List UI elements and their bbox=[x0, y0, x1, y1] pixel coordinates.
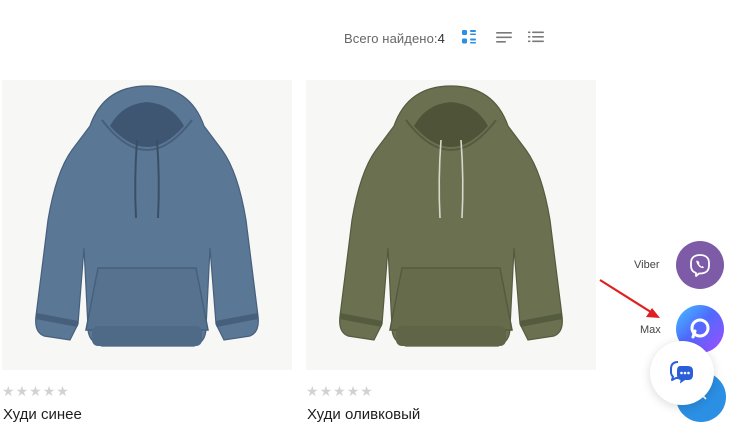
rating-stars: ★ ★ ★ ★ ★ bbox=[2, 385, 69, 399]
results-count-text: Всего найдено:4 bbox=[344, 31, 445, 46]
viber-button[interactable] bbox=[676, 241, 724, 289]
chat-widget-button[interactable] bbox=[650, 341, 714, 405]
list-view-icon bbox=[496, 32, 512, 43]
star-icon: ★ bbox=[360, 384, 373, 400]
viber-icon bbox=[690, 254, 710, 277]
product-title[interactable]: Худи оливковый bbox=[307, 406, 420, 423]
star-icon: ★ bbox=[42, 384, 56, 400]
product-card[interactable] bbox=[306, 80, 596, 370]
product-image[interactable] bbox=[306, 80, 596, 370]
rating-stars: ★ ★ ★ ★ ★ bbox=[306, 385, 373, 399]
blue-hoodie-image bbox=[35, 85, 259, 347]
product-card[interactable] bbox=[2, 80, 292, 370]
olive-hoodie-image bbox=[339, 85, 563, 347]
star-icon: ★ bbox=[2, 384, 15, 400]
chat-bubbles-icon bbox=[670, 361, 693, 384]
product-title[interactable]: Худи синее bbox=[3, 406, 82, 423]
compact-list-view-button[interactable] bbox=[528, 30, 546, 48]
list-view-button[interactable] bbox=[496, 30, 514, 48]
red-arrow-icon bbox=[599, 279, 660, 318]
star-icon: ★ bbox=[306, 384, 319, 400]
grid-view-icon bbox=[462, 30, 476, 44]
max-label: Max bbox=[640, 324, 661, 336]
star-icon: ★ bbox=[333, 384, 346, 400]
grid-view-button[interactable] bbox=[461, 29, 479, 47]
found-label: Всего найдено: bbox=[344, 30, 438, 46]
viber-label: Viber bbox=[634, 259, 660, 271]
found-count: 4 bbox=[437, 30, 445, 46]
compact-list-view-icon bbox=[528, 31, 544, 43]
star-icon: ★ bbox=[346, 384, 360, 400]
results-toolbar: Всего найдено:4 bbox=[344, 28, 445, 48]
max-icon bbox=[690, 318, 710, 339]
star-icon: ★ bbox=[319, 384, 333, 400]
product-image[interactable] bbox=[2, 80, 292, 370]
star-icon: ★ bbox=[56, 384, 69, 400]
star-icon: ★ bbox=[29, 384, 42, 400]
star-icon: ★ bbox=[15, 384, 29, 400]
